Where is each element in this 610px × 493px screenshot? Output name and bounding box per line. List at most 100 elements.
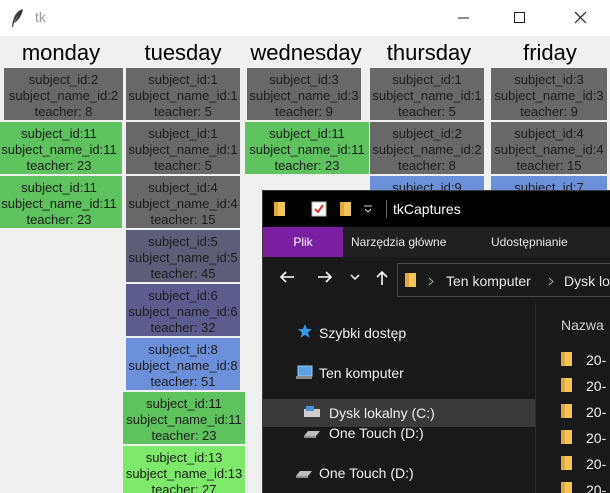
folder-icon [561, 404, 572, 418]
tab-plik[interactable]: Plik [263, 227, 343, 257]
folder-icon [561, 430, 572, 444]
qa-dropdown-icon[interactable] [363, 205, 373, 213]
cell-teacher: teacher: 23 [151, 428, 217, 443]
navigation-pane: Szybki dostęp Ten komputer Dysk lokalny … [263, 303, 535, 493]
maximize-icon [514, 12, 525, 23]
folder-icon[interactable] [339, 201, 353, 217]
cell-subject-name-id: subject_name_id:13 [125, 466, 243, 481]
divider [386, 200, 387, 218]
cell-subject-id: subject_id:2 [28, 72, 99, 87]
list-item[interactable]: 20- [560, 455, 610, 475]
ribbon: Plik Narzędzia główne Udostępnianie [263, 227, 610, 257]
explorer-window: tkCaptures Plik Narzędzia główne Udostęp… [262, 190, 610, 493]
cell-subject-name-id: subject_name_id:4 [128, 196, 238, 211]
timetable-cell: subject_id:1 subject_name_id:1 teacher: 5 [126, 68, 240, 120]
cell-subject-id: subject_id:11 [146, 396, 222, 411]
cell-subject-name-id: subject_name_id:1 [128, 142, 238, 157]
external-drive-icon [304, 431, 320, 438]
cell-subject-id: subject_id:1 [392, 72, 462, 87]
recent-dropdown-icon[interactable] [350, 274, 360, 281]
back-arrow-icon[interactable] [279, 270, 295, 284]
cell-subject-id: subject_id:2 [392, 126, 462, 141]
list-item[interactable]: 20- [560, 377, 610, 397]
nav-local-disk-c[interactable]: Dysk lokalny (C:) [329, 405, 435, 421]
cell-subject-name-id: subject_name_id:1 [372, 88, 482, 103]
cell-teacher: teacher: 45 [150, 266, 216, 281]
timetable-cell: subject_id:2 subject_name_id:2 teacher: 8 [370, 122, 484, 174]
day-header-tuesday: tuesday [144, 40, 222, 65]
timetable-cell: subject_id:6 subject_name_id:6 teacher: 32 [126, 284, 240, 336]
cell-subject-id: subject_id:3 [269, 72, 339, 87]
minimize-icon [458, 17, 469, 19]
cell-teacher: teacher: 9 [520, 104, 578, 119]
timetable-cell: subject_id:1 subject_name_id:1 teacher: 5 [370, 68, 484, 120]
breadcrumb-this-pc[interactable]: Ten komputer [446, 273, 531, 289]
cell-teacher: teacher: 32 [150, 320, 216, 335]
cell-subject-id: subject_id:1 [148, 126, 218, 141]
cell-subject-name-id: subject_name_id:5 [128, 250, 238, 265]
timetable-cell: subject_id:13 subject_name_id:13 teacher: … [123, 446, 245, 493]
cell-subject-id: subject_id:6 [148, 288, 218, 303]
folder-icon [561, 456, 572, 470]
list-item[interactable]: 20- [560, 481, 610, 493]
close-button[interactable] [558, 0, 604, 36]
close-icon [575, 12, 587, 24]
folder-icon [405, 273, 416, 287]
nav-quick-access[interactable]: Szybki dostęp [319, 325, 406, 341]
maximize-button[interactable] [497, 0, 543, 36]
day-header-thursday: thursday [386, 40, 472, 65]
tk-titlebar: tk [0, 0, 610, 36]
cell-teacher: teacher: 23 [274, 158, 340, 173]
minimize-button[interactable] [441, 0, 487, 36]
cell-subject-name-id: subject_name_id:3 [249, 88, 359, 103]
address-bar[interactable]: Ten komputer Dysk lo [397, 263, 610, 297]
nav-one-touch-d-root[interactable]: One Touch (D:) [319, 465, 414, 481]
cell-teacher: teacher: 8 [398, 158, 456, 173]
properties-icon[interactable] [311, 201, 327, 217]
cell-subject-id: subject_id:8 [148, 342, 218, 357]
folder-icon [561, 378, 572, 392]
timetable-cell: subject_id:4 subject_name_id:4 teacher: 15 [491, 122, 607, 174]
folder-icon [561, 482, 572, 493]
folder-icon [561, 352, 572, 366]
cell-subject-name-id: subject_name_id:11 [1, 142, 117, 157]
column-header-name[interactable]: Nazwa [561, 317, 604, 333]
computer-icon [296, 365, 313, 379]
forward-arrow-icon[interactable] [317, 270, 333, 284]
timetable-cell: subject_id:3 subject_name_id:3 teacher: 9 [247, 68, 361, 120]
cell-teacher: teacher: 15 [150, 212, 216, 227]
cell-subject-name-id: subject_name_id:8 [128, 358, 238, 373]
cell-teacher: teacher: 8 [34, 104, 93, 119]
cell-subject-name-id: subject_name_id:1 [128, 88, 238, 103]
timetable-cell: subject_id:11 subject_name_id:11 teacher: … [245, 122, 369, 174]
day-header-friday: friday [523, 40, 577, 65]
cell-teacher: teacher: 27 [151, 482, 217, 493]
nav-one-touch-d[interactable]: One Touch (D:) [329, 425, 424, 441]
tab-home[interactable]: Narzędzia główne [351, 227, 446, 257]
timetable-cell: subject_id:11 subject_name_id:11 teacher: … [0, 176, 122, 228]
timetable-cell: subject_id:5 subject_name_id:5 teacher: 45 [126, 230, 240, 282]
list-item[interactable]: 20- [560, 403, 610, 423]
up-arrow-icon[interactable] [375, 270, 389, 286]
cell-subject-name-id: subject_name_id:3 [494, 88, 604, 103]
file-list: Nazwa 20- 20- 20- 20- 20- 20- [535, 303, 610, 493]
timetable-cell: subject_id:1 subject_name_id:1 teacher: 5 [126, 122, 240, 174]
cell-subject-id: subject_id:13 [145, 450, 223, 465]
cell-subject-name-id: subject_name_id:4 [494, 142, 604, 157]
chevron-right-icon [428, 277, 434, 286]
day-header-monday: monday [21, 40, 101, 65]
nav-this-pc[interactable]: Ten komputer [319, 365, 404, 381]
tab-share[interactable]: Udostępnianie [491, 227, 568, 257]
list-item[interactable]: 20- [560, 351, 610, 371]
cell-subject-id: subject_id:11 [21, 126, 97, 141]
list-item[interactable]: 20- [560, 429, 610, 449]
drive-icon [304, 406, 320, 417]
cell-subject-name-id: subject_name_id:2 [8, 88, 119, 103]
timetable-cell: subject_id:11 subject_name_id:11 teacher: … [123, 392, 245, 444]
breadcrumb-local-disk[interactable]: Dysk lo [564, 273, 610, 289]
cell-subject-name-id: subject_name_id:11 [126, 412, 242, 427]
timetable-cell: subject_id:2 subject_name_id:2 teacher: 8 [4, 68, 123, 120]
folder-icon [274, 202, 285, 216]
star-icon [298, 324, 312, 338]
timetable-cell: subject_id:3 subject_name_id:3 teacher: 9 [491, 68, 607, 120]
